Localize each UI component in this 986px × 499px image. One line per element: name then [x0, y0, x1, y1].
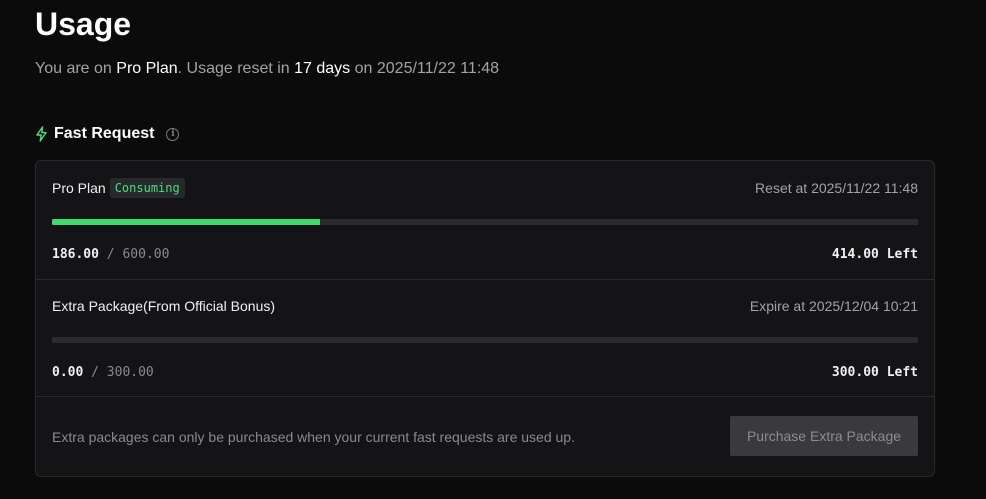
extra-package-usage-ratio: 0.00 / 300.00	[52, 365, 154, 380]
pro-plan-name: Pro Plan	[52, 180, 106, 196]
extra-package-used: 0.00	[52, 364, 84, 380]
fast-request-header: Fast Request i	[35, 123, 180, 145]
extra-package-expire-date: Expire at 2025/12/04 10:21	[749, 298, 918, 314]
subtitle-middle: . Usage reset in	[177, 60, 295, 77]
info-icon[interactable]: i	[166, 127, 180, 141]
pro-plan-usage-ratio: 186.00 / 600.00	[52, 247, 169, 262]
pro-plan-progress-fill	[52, 219, 321, 225]
extra-package-usage-numbers: 0.00 / 300.00 300.00 Left	[52, 362, 918, 382]
usage-page: Usage You are on Pro Plan. Usage reset i…	[0, 0, 986, 499]
pro-plan-usage-numbers: 186.00 / 600.00 414.00 Left	[52, 244, 918, 264]
section-title: Fast Request	[54, 125, 155, 142]
pro-plan-block: Pro Plan Consuming Reset at 2025/11/22 1…	[36, 161, 934, 280]
current-plan-name: Pro Plan	[116, 60, 178, 77]
pro-plan-total: 600.00	[122, 246, 170, 262]
reset-days: 17 days	[294, 60, 351, 77]
extra-package-total: 300.00	[106, 364, 154, 380]
extra-package-remaining: 300.00 Left	[831, 364, 918, 380]
usage-card: Pro Plan Consuming Reset at 2025/11/22 1…	[35, 160, 935, 477]
page-title: Usage	[35, 6, 132, 42]
usage-subtitle: You are on Pro Plan. Usage reset in 17 d…	[35, 58, 499, 80]
pro-plan-reset-date: Reset at 2025/11/22 11:48	[755, 180, 918, 196]
bolt-icon	[35, 126, 48, 142]
extra-package-name: Extra Package(From Official Bonus)	[52, 298, 276, 314]
pro-plan-header: Pro Plan Consuming Reset at 2025/11/22 1…	[52, 177, 918, 199]
extra-package-block: Extra Package(From Official Bonus) Expir…	[36, 279, 934, 397]
pro-plan-separator: /	[106, 246, 115, 262]
extra-package-header: Extra Package(From Official Bonus) Expir…	[52, 295, 918, 317]
consuming-badge: Consuming	[109, 178, 185, 198]
subtitle-suffix: on 2025/11/22 11:48	[350, 60, 500, 77]
subtitle-prefix: You are on	[35, 60, 117, 77]
pro-plan-used: 186.00	[52, 246, 99, 262]
pro-plan-progress-bar	[52, 219, 918, 225]
purchase-footer: Extra packages can only be purchased whe…	[36, 397, 934, 476]
purchase-extra-package-button[interactable]: Purchase Extra Package	[730, 416, 918, 456]
extra-package-progress-bar	[52, 337, 918, 343]
purchase-note: Extra packages can only be purchased whe…	[52, 429, 575, 445]
pro-plan-remaining: 414.00 Left	[831, 246, 918, 262]
extra-package-separator: /	[91, 364, 99, 380]
pro-plan-title-group: Pro Plan Consuming	[52, 178, 185, 198]
